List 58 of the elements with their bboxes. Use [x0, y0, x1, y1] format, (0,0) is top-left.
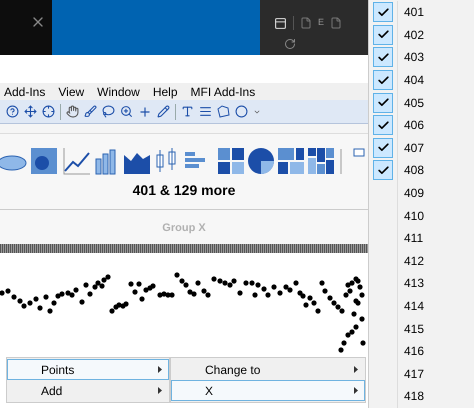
checklist-item[interactable]: 405 — [369, 91, 474, 114]
plus-icon[interactable] — [138, 104, 152, 118]
refresh-icon[interactable] — [284, 38, 296, 50]
menu-item[interactable]: Window — [97, 86, 140, 98]
pie-chart-icon[interactable] — [246, 147, 275, 176]
checklist-item[interactable]: 407 — [369, 136, 474, 160]
menu-item[interactable]: Add-Ins — [4, 86, 46, 98]
menu-item[interactable]: Add — [7, 380, 169, 401]
brush-icon[interactable] — [84, 105, 97, 118]
checklist-item[interactable]: 412 — [369, 250, 474, 272]
submenu-arrow-icon — [354, 366, 358, 373]
tab-letter[interactable]: E — [318, 16, 324, 30]
checklist-item[interactable]: 410 — [369, 204, 474, 227]
page-icon[interactable] — [330, 17, 342, 29]
menu-item[interactable]: X — [171, 380, 365, 401]
checklist-item[interactable]: 402 — [369, 24, 474, 46]
page-icon[interactable] — [300, 17, 312, 29]
checklist-item[interactable]: 404 — [369, 68, 474, 92]
checklist-item[interactable]: 417 — [369, 362, 474, 386]
density-chart-icon[interactable] — [30, 147, 58, 176]
crosshair-icon[interactable] — [42, 105, 55, 118]
zoom-icon[interactable] — [120, 105, 133, 118]
heatmap-icon[interactable] — [306, 147, 335, 176]
mosaic-chart-icon[interactable] — [216, 147, 245, 176]
checklist-item[interactable]: 415 — [369, 317, 474, 340]
pencil-icon[interactable] — [157, 105, 170, 118]
submenu-arrow-icon — [158, 366, 162, 373]
checklist-item[interactable]: 411 — [369, 226, 474, 250]
window-icon[interactable] — [274, 16, 287, 30]
ellipse-icon[interactable] — [235, 105, 248, 118]
checklist-item[interactable]: 409 — [369, 182, 474, 204]
lines-icon[interactable] — [199, 105, 212, 118]
treemap-icon[interactable] — [276, 147, 305, 176]
checklist-item[interactable]: 418 — [369, 385, 474, 408]
menu-item[interactable]: Help — [152, 86, 178, 98]
checklist-item[interactable]: 401 — [369, 1, 474, 24]
splitter-bar[interactable] — [0, 244, 368, 253]
hand-icon[interactable] — [66, 105, 79, 118]
submenu-arrow-icon — [158, 387, 162, 394]
selection-label: 401 & 129 more — [132, 181, 236, 200]
checklist-item[interactable]: 403 — [369, 46, 474, 69]
group-label: Group X — [162, 221, 206, 236]
checklist-item[interactable]: 413 — [369, 272, 474, 295]
menu-item[interactable]: MFI Add-Ins — [190, 86, 256, 98]
checklist-item[interactable]: 406 — [369, 114, 474, 137]
menu-item[interactable]: Points — [7, 359, 169, 380]
checklist-item[interactable]: 416 — [369, 340, 474, 362]
shape-icon[interactable] — [217, 105, 230, 118]
text-icon[interactable] — [181, 105, 194, 118]
checklist-item[interactable]: 414 — [369, 294, 474, 318]
menu-item[interactable]: View — [58, 86, 84, 98]
move-icon[interactable] — [24, 105, 37, 118]
line-chart-icon[interactable] — [63, 147, 92, 176]
checklist-item[interactable]: 408 — [369, 159, 474, 182]
menu-item[interactable]: Change to — [171, 359, 365, 380]
submenu-arrow-icon — [354, 387, 358, 394]
help-icon[interactable] — [6, 105, 19, 118]
lasso-icon[interactable] — [102, 105, 115, 118]
